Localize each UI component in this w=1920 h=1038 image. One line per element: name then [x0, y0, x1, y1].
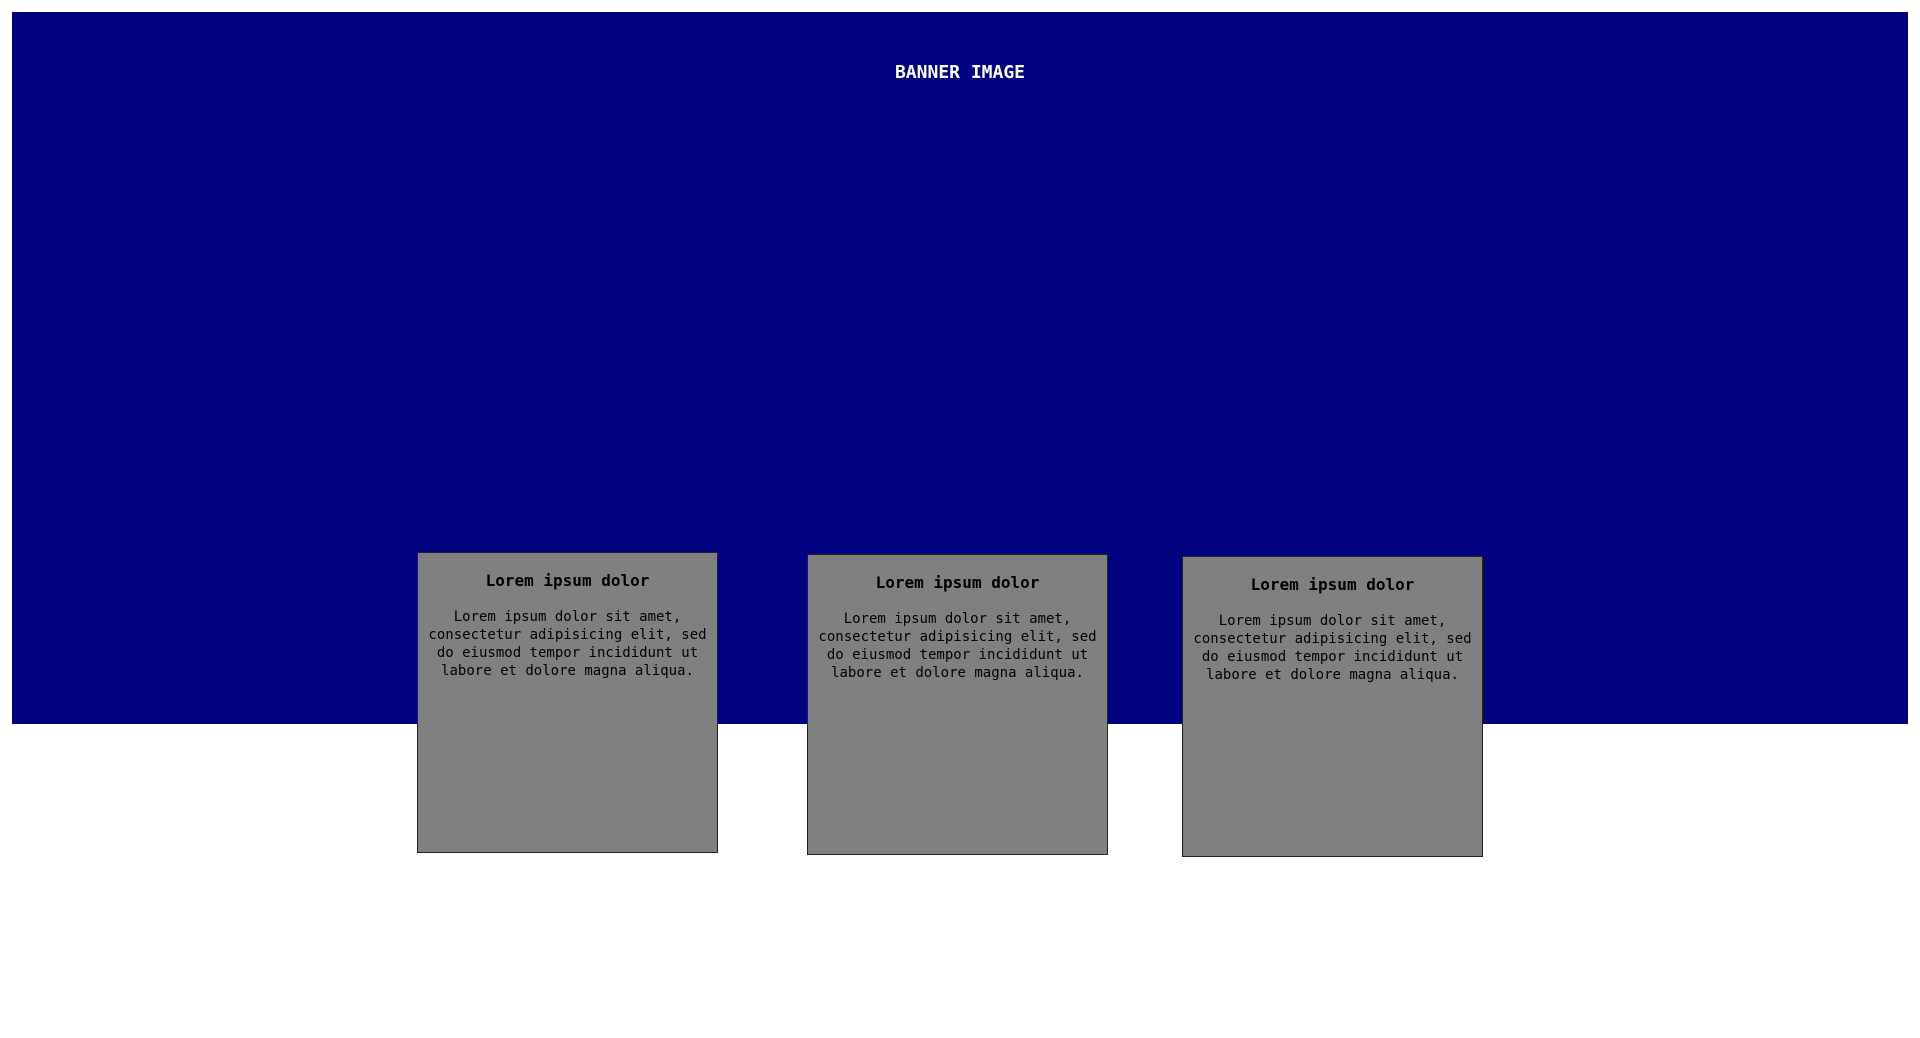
card-body: Lorem ipsum dolor sit amet, consectetur … — [1193, 613, 1472, 683]
card: Lorem ipsum dolor Lorem ipsum dolor sit … — [1182, 556, 1483, 857]
card: Lorem ipsum dolor Lorem ipsum dolor sit … — [807, 554, 1108, 855]
banner-label: BANNER IMAGE — [894, 62, 1026, 83]
page: BANNER IMAGE Lorem ipsum dolor Lorem ips… — [0, 0, 1920, 1038]
card-title: Lorem ipsum dolor — [1250, 575, 1415, 594]
card-title: Lorem ipsum dolor — [875, 573, 1040, 592]
card-body: Lorem ipsum dolor sit amet, consectetur … — [428, 609, 707, 679]
card-title: Lorem ipsum dolor — [485, 571, 650, 590]
card-body: Lorem ipsum dolor sit amet, consectetur … — [818, 611, 1097, 681]
card: Lorem ipsum dolor Lorem ipsum dolor sit … — [417, 552, 718, 853]
